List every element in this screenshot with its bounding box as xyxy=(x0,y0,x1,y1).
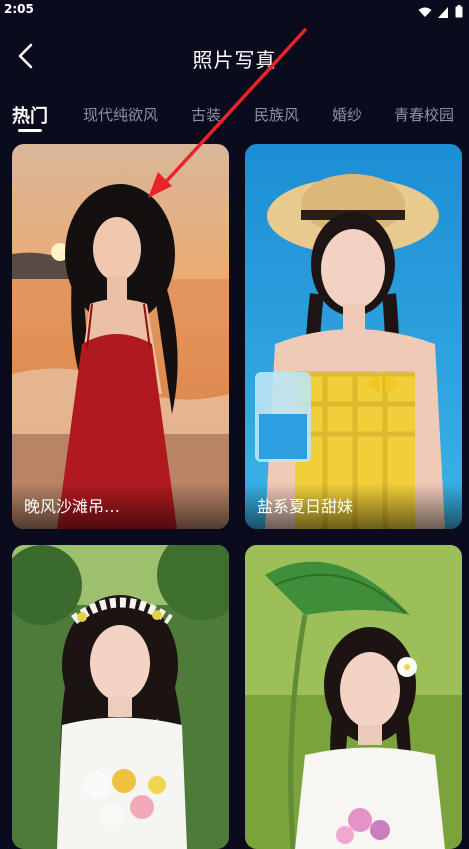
signal-icon xyxy=(438,3,449,22)
tab-ancient-costume[interactable]: 古装 xyxy=(191,104,221,125)
category-tabs: 热门 现代纯欲风 古装 民族风 婚纱 青春校园 xyxy=(0,96,469,136)
tab-modern-style[interactable]: 现代纯欲风 xyxy=(83,104,158,125)
photo-card-sunset-beach[interactable]: 晚风沙滩吊… xyxy=(12,144,229,529)
photo-card-lotus-leaf[interactable] xyxy=(245,545,462,849)
page-title: 照片写真 xyxy=(192,48,277,72)
summer-girl-photo xyxy=(245,144,462,529)
active-tab-indicator xyxy=(18,129,42,132)
flower-crown-photo xyxy=(12,545,229,849)
tab-hot[interactable]: 热门 xyxy=(12,102,48,128)
status-time: 2:05 xyxy=(4,2,34,16)
tab-wedding-dress[interactable]: 婚纱 xyxy=(332,104,362,125)
tab-ethnic-style[interactable]: 民族风 xyxy=(254,104,299,125)
status-bar: 2:05 xyxy=(0,0,469,22)
lotus-leaf-photo xyxy=(245,545,462,849)
wifi-icon xyxy=(418,3,432,22)
card-caption-bar: 盐系夏日甜妹 xyxy=(245,483,462,529)
photo-card-summer-sweet[interactable]: 盐系夏日甜妹 xyxy=(245,144,462,529)
sunset-beach-photo xyxy=(12,144,229,529)
battery-icon xyxy=(455,3,463,22)
header: 照片写真 xyxy=(0,30,469,86)
card-caption-bar: 晚风沙滩吊… xyxy=(12,483,229,529)
card-caption: 盐系夏日甜妹 xyxy=(257,497,354,516)
status-icons xyxy=(418,3,463,22)
tab-campus-youth[interactable]: 青春校园 xyxy=(394,104,454,125)
card-caption: 晚风沙滩吊… xyxy=(24,497,121,516)
photo-card-flower-crown[interactable] xyxy=(12,545,229,849)
